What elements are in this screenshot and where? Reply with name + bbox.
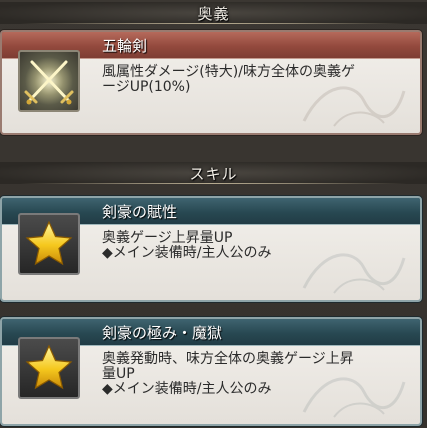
- swirl-ornament-icon: [302, 253, 406, 294]
- crossed-swords-icon: [18, 50, 80, 112]
- ougi-name: 五輪剣: [102, 36, 148, 55]
- ougi-section-title: 奥義: [197, 4, 230, 23]
- weapon-detail-panel: 奥義 五輪剣 風属性ダメージ(特大)/味方全体の奥義ゲ ージUP(10%) スキ…: [0, 0, 427, 428]
- skill-name: 剣豪の極み・魔獄: [102, 323, 223, 342]
- skill-section-title: スキル: [189, 164, 238, 183]
- header-divider: [20, 23, 407, 24]
- star-icon: [18, 337, 80, 399]
- ougi-section-header: 奥義: [0, 2, 427, 24]
- swirl-ornament-icon: [302, 86, 406, 127]
- swirl-ornament-icon: [302, 377, 406, 418]
- header-divider: [20, 183, 407, 184]
- star-icon: [18, 213, 80, 275]
- skill-section-header: スキル: [0, 162, 427, 184]
- skill-name: 剣豪の賦性: [102, 202, 178, 221]
